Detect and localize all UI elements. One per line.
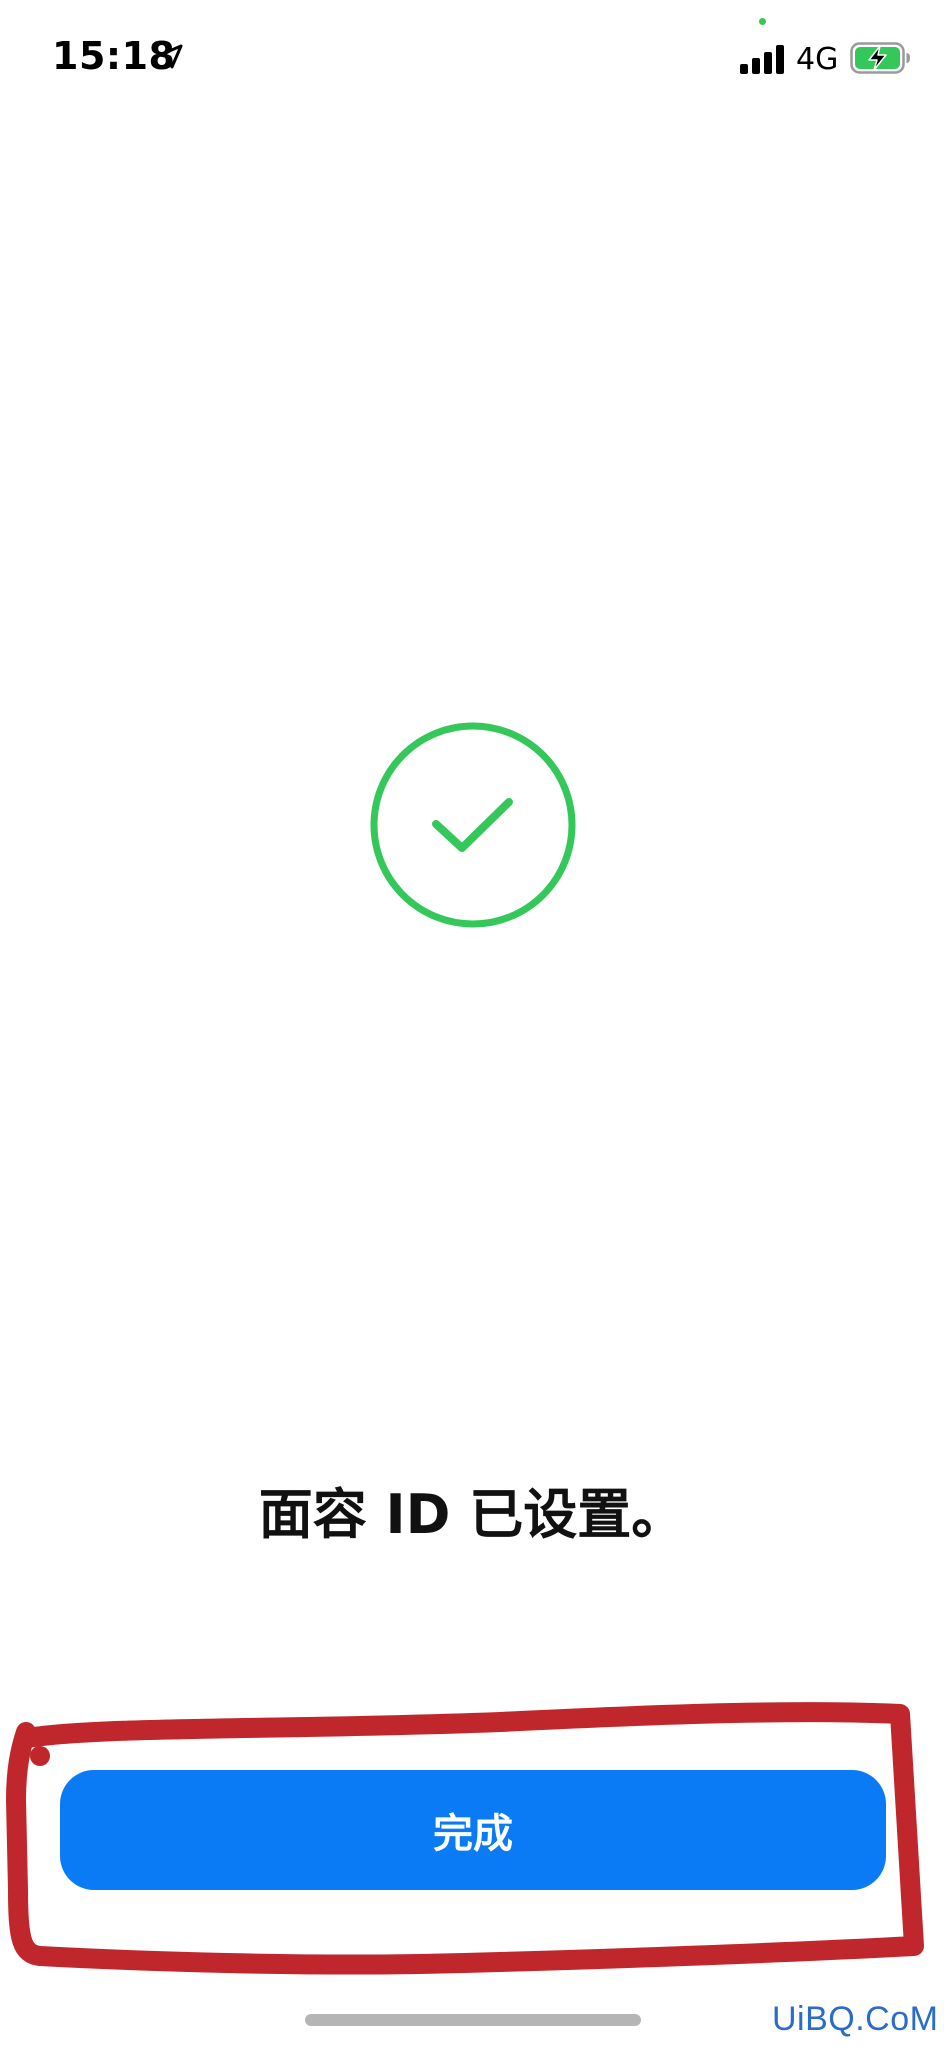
checkmark-circle-icon: [370, 722, 576, 928]
home-indicator[interactable]: [305, 2014, 641, 2026]
signal-bars-icon: [740, 45, 784, 74]
location-arrow-icon: [158, 44, 183, 69]
battery-charging-icon: [850, 42, 910, 74]
done-button[interactable]: 完成: [60, 1770, 886, 1890]
network-type-label: 4G: [796, 42, 839, 77]
privacy-indicator-dot: [759, 18, 766, 25]
page-title: 面容 ID 已设置。: [258, 1483, 686, 1546]
status-bar: 15:18 4G: [0, 0, 944, 120]
watermark-text: UiBQ.CoM: [772, 2000, 939, 2038]
